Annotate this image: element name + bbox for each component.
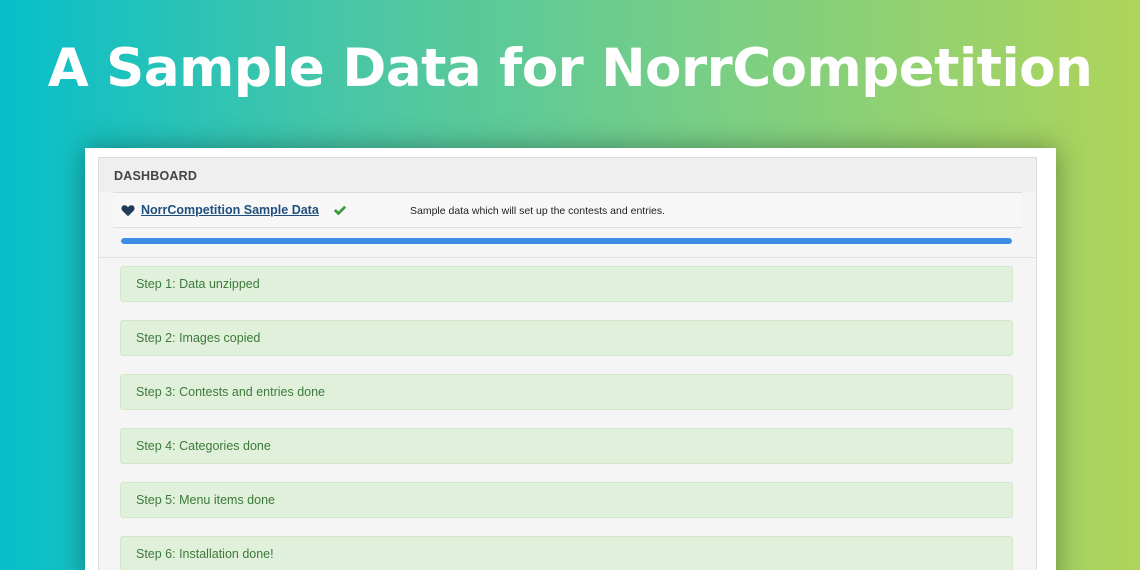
install-step: Step 3: Contests and entries done bbox=[120, 374, 1013, 410]
sample-data-package-link[interactable]: NorrCompetition Sample Data bbox=[141, 203, 319, 217]
install-step: Step 4: Categories done bbox=[120, 428, 1013, 464]
install-progress bbox=[99, 228, 1036, 258]
dashboard-panel: DASHBOARD NorrCompetition Sample Data Sa… bbox=[98, 157, 1037, 570]
install-steps-list: Step 1: Data unzipped Step 2: Images cop… bbox=[99, 258, 1036, 570]
install-step: Step 1: Data unzipped bbox=[120, 266, 1013, 302]
sample-data-description: Sample data which will set up the contes… bbox=[410, 205, 666, 217]
app-window: DASHBOARD NorrCompetition Sample Data Sa… bbox=[85, 148, 1056, 570]
progress-track bbox=[121, 238, 1012, 244]
dashboard-header: DASHBOARD bbox=[99, 158, 1036, 192]
install-step: Step 2: Images copied bbox=[120, 320, 1013, 356]
install-step: Step 6: Installation done! bbox=[120, 536, 1013, 570]
install-step: Step 5: Menu items done bbox=[120, 482, 1013, 518]
sample-data-package-row: NorrCompetition Sample Data Sample data … bbox=[113, 192, 1022, 228]
banner-title: A Sample Data for NorrCompetition bbox=[47, 38, 1093, 99]
progress-fill bbox=[121, 238, 1012, 244]
check-icon bbox=[333, 205, 347, 216]
heart-icon bbox=[121, 205, 135, 217]
